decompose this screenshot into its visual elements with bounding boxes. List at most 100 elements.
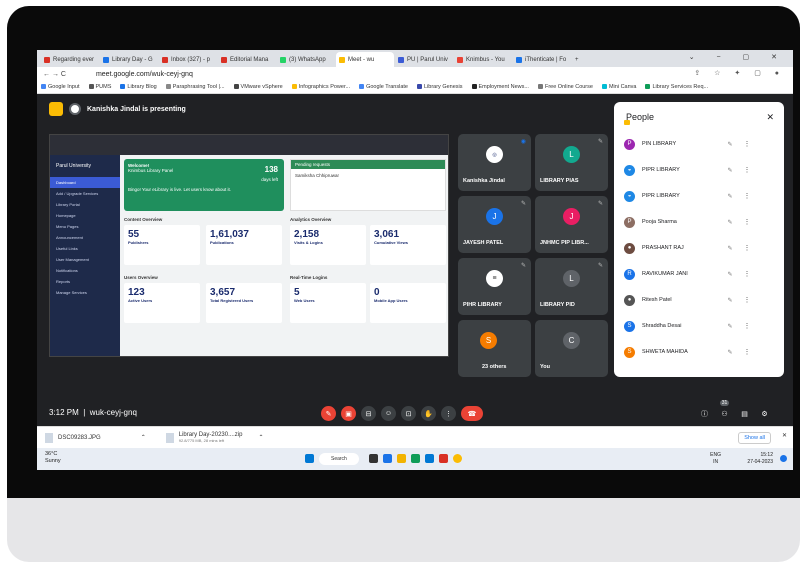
people-list-item[interactable]: ● PRASHANT RAJ ✎ ⋮ [624, 238, 774, 258]
bookmark-item[interactable]: Library Genesis [416, 84, 463, 90]
browser-tab[interactable]: Library Day - G [100, 52, 158, 67]
bookmark-item[interactable]: Mini Canva [601, 84, 636, 90]
mic-off-icon: ✎ [727, 193, 733, 200]
bookmark-item[interactable]: Paraphrasing Tool |... [165, 84, 225, 90]
participant-tile-self[interactable]: C You [535, 320, 608, 377]
more-options-icon[interactable]: ⋮ [740, 296, 754, 304]
more-options-icon[interactable]: ⋮ [740, 322, 754, 330]
system-clock[interactable]: 15:12 27-04-2023 [747, 452, 773, 466]
bookmark-item[interactable]: Infographics Power... [291, 84, 350, 90]
person-name: PIPR LIBRARY [642, 167, 680, 173]
browser-tab[interactable]: iThenticate | Fo [513, 52, 571, 67]
show-all-button[interactable]: Show all [738, 432, 771, 444]
tab-label: Library Day - G [112, 56, 153, 63]
new-tab-button[interactable]: + [572, 52, 586, 67]
participant-tile[interactable]: ◎ ◉ Kanishka Jindal [458, 134, 531, 191]
window-controls[interactable]: ⌄ − ▢ ✕ [689, 53, 787, 61]
app-icon[interactable] [439, 454, 448, 463]
participant-tile[interactable]: L ✎ LIBRARY PIAS [535, 134, 608, 191]
activities-icon[interactable]: ⚙ [757, 406, 772, 421]
taskview-icon[interactable] [369, 454, 378, 463]
shared-screen[interactable]: Parul University Dashboard Add / Upgrade… [49, 134, 449, 357]
people-icon[interactable]: 31 ⚇ [717, 400, 732, 421]
people-list-item[interactable]: P PIN LIBRARY ✎ ⋮ [624, 134, 774, 154]
download-item[interactable]: DSC09283.JPG ⌃ [45, 432, 146, 443]
browser-tab[interactable]: Knimbus - You [454, 52, 512, 67]
bookmark-item[interactable]: Employment News... [471, 84, 529, 90]
edge-icon[interactable] [411, 454, 420, 463]
more-options-icon[interactable]: ⋮ [740, 348, 754, 356]
mic-toggle-icon[interactable]: ✎ [321, 406, 336, 421]
taskbar-search[interactable]: Search [319, 453, 359, 465]
close-icon[interactable]: ✕ [782, 432, 787, 439]
stat-label: Visits & Logins [294, 240, 323, 245]
bookmark-item[interactable]: Library Services Req... [645, 84, 708, 90]
people-list-item[interactable]: P Pooja Sharma ✎ ⋮ [624, 212, 774, 232]
raise-hand-icon[interactable]: ✋ [421, 406, 436, 421]
chevron-up-icon[interactable]: ⌃ [258, 434, 263, 441]
bookmark-item[interactable]: Google Input [41, 84, 80, 90]
bookmark-icon [291, 84, 297, 90]
chevron-up-icon[interactable]: ⌃ [141, 434, 146, 441]
more-options-icon[interactable]: ⋮ [740, 166, 754, 174]
people-list-item[interactable]: ● Ritesh Patel ✎ ⋮ [624, 290, 774, 310]
nav-arrows-icon[interactable]: ← → C [43, 71, 66, 78]
more-options-icon[interactable]: ⋮ [740, 270, 754, 278]
lang-code: ENG [710, 452, 721, 458]
bookmark-icon [120, 84, 126, 90]
browser-tab[interactable]: PU | Parul Univ [395, 52, 453, 67]
participant-tile[interactable]: J ✎ JNHMC PIP LIBR... [535, 196, 608, 253]
participant-tile[interactable]: ≡ ✎ PIHR LIBRARY [458, 258, 531, 315]
weather-text: Sunny [45, 458, 61, 464]
more-options-icon[interactable]: ⋮ [740, 218, 754, 226]
bookmark-item[interactable]: VMware vSphere [233, 84, 283, 90]
camera-toggle-icon[interactable]: ▣ [341, 406, 356, 421]
download-item[interactable]: Library Day-20230....zip 92.8/775 MB, 28 … [165, 432, 263, 444]
language-indicator[interactable]: ENG IN [710, 452, 721, 466]
present-icon [49, 102, 63, 116]
participant-tile[interactable]: L ✎ LIBRARY PID [535, 258, 608, 315]
start-icon[interactable] [305, 454, 314, 463]
people-list-item[interactable]: S Shraddha Desai ✎ ⋮ [624, 316, 774, 336]
browser-tab-active[interactable]: Meet - wu [336, 52, 394, 67]
participant-tile[interactable]: J ✎ JAYESH PATEL [458, 196, 531, 253]
browser-toolbar-icons[interactable]: ⇪ ☆ ✦ ▢ ● [694, 69, 785, 77]
browser-tab[interactable]: Regarding ever [41, 52, 99, 67]
more-options-icon[interactable]: ⋮ [740, 192, 754, 200]
end-call-button[interactable]: ☎ [461, 406, 483, 421]
new-tab-label: + [575, 56, 579, 63]
tab-favicon [44, 56, 50, 63]
store-icon[interactable] [425, 454, 434, 463]
browser-tab[interactable]: Editorial Mana [218, 52, 276, 67]
tab-favicon [457, 56, 463, 63]
chrome-icon[interactable] [453, 454, 462, 463]
people-list-item[interactable]: S SHWETA MAHIDA ✎ ⋮ [624, 342, 774, 362]
bookmark-item[interactable]: Free Online Course [537, 84, 593, 90]
person-avatar: S [624, 320, 635, 332]
url-field[interactable]: meet.google.com/wuk-ceyj-gnq [96, 71, 193, 78]
present-screen-icon[interactable]: ⊡ [401, 406, 416, 421]
chat-icon[interactable]: ▤ [737, 406, 752, 421]
bookmark-item[interactable]: Library Blog [120, 84, 157, 90]
more-options-icon[interactable]: ⋮ [740, 140, 754, 148]
captions-icon[interactable]: ⊟ [361, 406, 376, 421]
more-options-icon[interactable]: ⋮ [740, 244, 754, 252]
bookmark-item[interactable]: PUMS [88, 84, 111, 90]
bookmark-item[interactable]: Google Translate [359, 84, 408, 90]
people-panel: People ✕ P PIN LIBRARY ✎ ⋮ ◒ PIPR LIBRARY ✎ ⋮ … [614, 102, 784, 377]
people-list-item[interactable]: ◒ PIPR LIBRARY ✎ ⋮ [624, 186, 774, 206]
browser-tab[interactable]: Inbox (327) - p [159, 52, 217, 67]
notification-icon[interactable] [780, 455, 787, 462]
people-list-item[interactable]: ◒ PIPR LIBRARY ✎ ⋮ [624, 160, 774, 180]
chat-app-icon[interactable] [383, 454, 392, 463]
weather-widget[interactable]: 36°C Sunny [45, 451, 61, 465]
info-icon[interactable]: ⓘ [697, 406, 712, 421]
people-list-item[interactable]: R RAVIKUMAR JANI ✎ ⋮ [624, 264, 774, 284]
emoji-icon[interactable]: ☺ [381, 406, 396, 421]
more-options-icon[interactable]: ⋮ [441, 406, 456, 421]
browser-tab[interactable]: (3) WhatsApp [277, 52, 335, 67]
bookmark-icon [645, 84, 651, 90]
file-explorer-icon[interactable] [397, 454, 406, 463]
participant-tile[interactable]: S 23 others [458, 320, 531, 377]
stat-label: Web Users [294, 298, 315, 303]
